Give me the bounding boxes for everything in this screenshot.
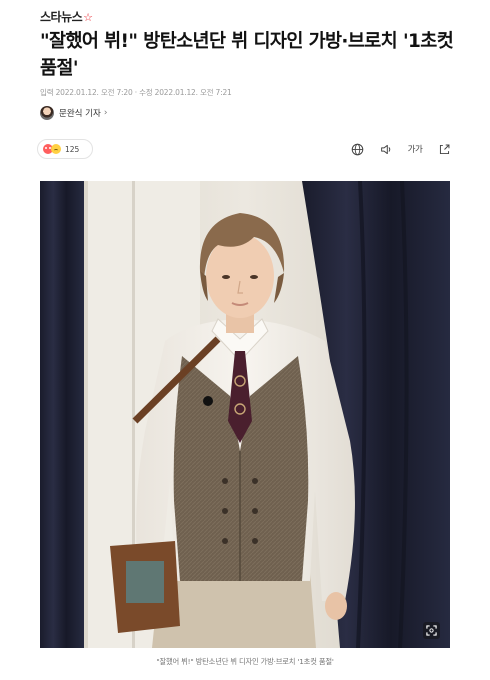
photo-caption: "잘했어 뷔!" 방탄소년단 뷔 디자인 가방·브로치 '1초컷 품절' (156, 657, 334, 666)
expand-icon (426, 625, 437, 636)
article-photo[interactable] (40, 181, 450, 648)
font-size-icon: 가가 (407, 145, 423, 155)
article-toolbar: 가가 (348, 140, 453, 158)
translate-button[interactable] (348, 140, 366, 158)
share-icon (439, 144, 449, 154)
chevron-right-icon: › (103, 108, 108, 118)
text-to-speech-button[interactable] (377, 140, 395, 158)
reporter-link[interactable]: 문완식 기자 › (40, 105, 107, 121)
article-headline: "잘했어 뷔!" 방탄소년단 뷔 디자인 가방·브로치 '1초컷 품절' (40, 31, 454, 79)
reaction-count: 125 (65, 144, 80, 154)
photo-expand-button[interactable] (423, 622, 440, 639)
reporter-name: 문완식 기자 (59, 109, 101, 119)
article-dateline: 입력 2022.01.12. 오전 7:20 · 수정 2022.01.12. … (40, 88, 232, 97)
site-logo[interactable]: 스타뉴스☆ (40, 8, 93, 25)
sad-emoji-icon (51, 144, 61, 154)
speaker-icon (380, 144, 390, 154)
share-button[interactable] (435, 140, 453, 158)
reaction-button[interactable]: 125 (37, 139, 93, 159)
star-logo-icon: ☆ (83, 11, 93, 24)
globe-icon (351, 143, 363, 155)
reporter-avatar (40, 106, 54, 120)
article-photo-illustration (40, 181, 450, 648)
font-size-button[interactable]: 가가 (406, 140, 424, 158)
site-logo-text: 스타뉴스 (40, 10, 83, 24)
